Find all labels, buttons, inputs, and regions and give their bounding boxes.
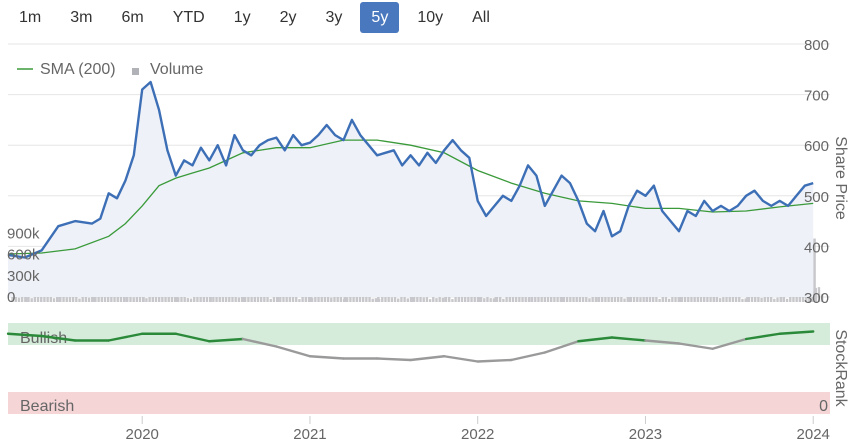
x-tick-label: 2021	[293, 426, 326, 439]
volume-bar	[368, 297, 371, 302]
volume-bar	[30, 298, 33, 302]
x-axis-ticks: 2020 2021 2022 2023 2024	[126, 416, 830, 439]
x-tick-label: 2024	[797, 426, 830, 439]
volume-bar	[776, 297, 779, 302]
volume-bar	[145, 298, 148, 302]
volume-bar	[374, 298, 378, 302]
volume-bar	[151, 296, 154, 302]
price-tick-label: 600	[804, 138, 829, 155]
volume-bar	[435, 298, 438, 302]
volume-tick-label: 300k	[7, 268, 40, 285]
volume-bar	[406, 298, 409, 302]
volume-bar	[361, 296, 365, 302]
volume-bar	[489, 298, 492, 302]
volume-bar	[766, 296, 770, 302]
volume-bar	[298, 299, 301, 302]
stockrank-axis-title: StockRank	[832, 329, 849, 407]
volume-bar	[113, 297, 116, 302]
volume-tick-label: 600k	[7, 247, 40, 264]
x-tick-label: 2022	[461, 426, 494, 439]
volume-bar	[428, 299, 432, 302]
stockrank-segment	[409, 355, 446, 362]
stockrank-segment	[476, 358, 513, 363]
volume-bar	[483, 298, 486, 302]
volume-bar	[397, 298, 400, 302]
volume-bar	[87, 297, 91, 302]
stockrank-segment	[308, 355, 345, 360]
stockrank-segment	[275, 345, 312, 358]
volume-bar	[390, 297, 394, 302]
legend-sma-label: SMA (200)	[40, 61, 116, 78]
volume-bar	[231, 296, 234, 302]
volume-bar	[97, 296, 100, 302]
stockrank-zero-label: 0	[819, 398, 828, 415]
share-price-axis-title: Share Price	[832, 136, 849, 220]
volume-legend-swatch	[132, 68, 139, 75]
legend: SMA (200) Volume	[17, 61, 203, 78]
x-tick-label: 2020	[126, 426, 159, 439]
stockrank-segment	[442, 355, 479, 363]
volume-bar	[75, 296, 78, 302]
volume-bar	[122, 296, 126, 302]
price-tick-label: 800	[804, 37, 829, 54]
volume-bar	[180, 296, 183, 302]
volume-bar	[648, 296, 652, 302]
price-tick-label: 500	[804, 189, 829, 206]
legend-volume-label: Volume	[150, 61, 203, 78]
volume-bar	[186, 298, 190, 302]
bullish-band	[8, 323, 830, 345]
volume-bar	[639, 297, 642, 302]
bearish-label: Bearish	[20, 398, 74, 415]
volume-bar	[773, 298, 776, 302]
volume-bar	[78, 298, 81, 302]
volume-bar	[441, 297, 445, 302]
volume-bar	[623, 298, 626, 302]
volume-bar	[279, 296, 282, 302]
price-tick-label: 300	[804, 290, 829, 307]
volume-bar	[703, 296, 706, 302]
volume-bar	[52, 298, 56, 302]
price-tick-label: 700	[804, 88, 829, 105]
stock-chart: 800 700 600 500 400 300 0 300k 600k 900k SMA (20…	[6, 37, 849, 439]
price-tick-label: 400	[804, 239, 829, 256]
bearish-band	[8, 392, 830, 414]
volume-bar	[269, 298, 272, 302]
volume-bar	[502, 298, 505, 302]
volume-bar	[425, 297, 429, 302]
volume-bar	[674, 296, 677, 302]
volume-bar	[346, 297, 349, 302]
volume-tick-label: 900k	[7, 226, 40, 243]
volume-tick-label: 0	[7, 289, 15, 306]
volume-bar	[798, 296, 802, 302]
volume-bar	[330, 297, 333, 302]
volume-bar	[17, 297, 21, 302]
stockrank-segment	[375, 357, 412, 362]
volume-bar	[785, 298, 789, 302]
volume-bar	[161, 296, 164, 302]
volume-bar	[760, 297, 763, 302]
stockrank-segment	[510, 351, 547, 362]
volume-bar	[422, 297, 425, 302]
volume-bar	[451, 299, 454, 302]
volume-bar	[412, 296, 416, 302]
volume-bar	[65, 297, 68, 302]
volume-bar	[588, 298, 591, 302]
volume-bar	[718, 298, 722, 302]
volume-bar	[237, 297, 241, 302]
volume-bar	[741, 298, 744, 302]
volume-bar	[371, 298, 374, 302]
price-area	[8, 82, 814, 297]
x-tick-label: 2023	[629, 426, 662, 439]
volume-bar	[722, 297, 725, 302]
volume-bar	[189, 298, 193, 302]
volume-bar	[658, 298, 661, 302]
volume-bar	[667, 298, 671, 302]
volume-bar	[132, 297, 135, 302]
